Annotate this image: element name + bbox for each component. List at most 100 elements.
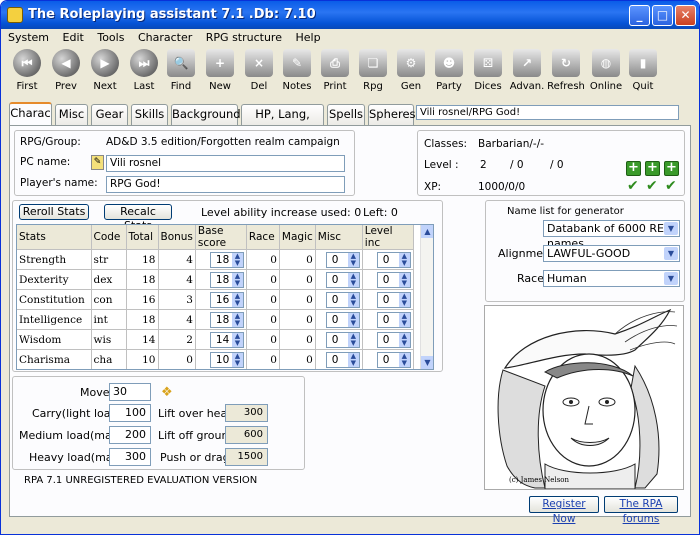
tab-skills[interactable]: Skills: [131, 104, 168, 125]
spinner-arrows-icon[interactable]: ▲ ▼: [231, 312, 243, 327]
toolbar-next-button[interactable]: ▶ Next: [86, 49, 124, 92]
toolbar-quit-button[interactable]: ▮ Quit: [624, 49, 662, 92]
race-select[interactable]: Human ▼: [543, 270, 680, 287]
toolbar-last-button[interactable]: ⏭ Last: [125, 49, 163, 92]
toolbar-find-button[interactable]: 🔍 Find: [162, 49, 200, 92]
stat-levelinc-cell[interactable]: 0 ▲ ▼: [362, 269, 414, 290]
menu-system[interactable]: System: [2, 29, 53, 44]
toolbar-refresh-button[interactable]: ↻ Refresh: [547, 49, 585, 92]
tab-charac[interactable]: Charac: [9, 102, 52, 126]
menu-help[interactable]: Help: [289, 29, 324, 44]
spinner-arrows-icon[interactable]: ▲ ▼: [231, 332, 243, 347]
stat-misc-spinner[interactable]: 0 ▲ ▼: [325, 331, 360, 348]
toolbar-new-button[interactable]: + New: [201, 49, 239, 92]
chevron-down-icon[interactable]: ▼: [664, 247, 678, 260]
spinner-arrows-icon[interactable]: ▲ ▼: [398, 352, 410, 367]
tab-spheres[interactable]: Spheres: [368, 104, 416, 125]
stat-base-cell[interactable]: 16 ▲ ▼: [195, 289, 247, 310]
toolbar-advan-button[interactable]: ↗ Advan.: [508, 49, 546, 92]
register-now-link[interactable]: Register Now: [529, 496, 599, 525]
stat-base-cell[interactable]: 18 ▲ ▼: [195, 249, 247, 270]
tab-background[interactable]: Background: [171, 104, 241, 125]
spinner-arrows-icon[interactable]: ▲ ▼: [398, 252, 410, 267]
name-list-select[interactable]: Databank of 6000 REAL names ▼: [543, 220, 680, 250]
stat-base-cell[interactable]: 18 ▲ ▼: [195, 269, 247, 290]
stat-base-spinner[interactable]: 18 ▲ ▼: [209, 251, 244, 268]
scroll-up-icon[interactable]: ▲: [421, 225, 433, 238]
heavy-load-input[interactable]: 300: [109, 448, 151, 466]
add-level-3-icon[interactable]: +: [664, 161, 679, 176]
stat-misc-spinner[interactable]: 0 ▲ ▼: [325, 351, 360, 368]
menu-character[interactable]: Character: [132, 29, 196, 44]
stat-levelinc-cell[interactable]: 0 ▲ ▼: [362, 249, 414, 270]
stat-misc-cell[interactable]: 0 ▲ ▼: [315, 349, 363, 369]
add-level-2-icon[interactable]: +: [645, 161, 660, 176]
toolbar-del-button[interactable]: × Del: [240, 49, 278, 92]
stat-levelinc-cell[interactable]: 0 ▲ ▼: [362, 289, 414, 310]
check-1-icon[interactable]: ✔: [627, 178, 639, 194]
stat-levelinc-cell[interactable]: 0 ▲ ▼: [362, 349, 414, 369]
toolbar-rpg-button[interactable]: ❏ Rpg: [354, 49, 392, 92]
toolbar-prev-button[interactable]: ◀ Prev: [47, 49, 85, 92]
spinner-arrows-icon[interactable]: ▲ ▼: [347, 332, 359, 347]
stat-misc-spinner[interactable]: 0 ▲ ▼: [325, 271, 360, 288]
spinner-arrows-icon[interactable]: ▲ ▼: [231, 272, 243, 287]
chevron-down-icon[interactable]: ▼: [664, 222, 678, 235]
menu-tools[interactable]: Tools: [91, 29, 128, 44]
spinner-arrows-icon[interactable]: ▲ ▼: [398, 272, 410, 287]
stat-base-spinner[interactable]: 10 ▲ ▼: [209, 351, 244, 368]
menu-edit[interactable]: Edit: [57, 29, 88, 44]
spinner-arrows-icon[interactable]: ▲ ▼: [347, 312, 359, 327]
alignment-select[interactable]: LAWFUL-GOOD ▼: [543, 245, 680, 262]
close-button[interactable]: ✕: [675, 5, 696, 26]
menu-rpg-structure[interactable]: RPG structure: [200, 29, 286, 44]
toolbar-online-button[interactable]: ◍ Online: [587, 49, 625, 92]
spinner-arrows-icon[interactable]: ▲ ▼: [347, 352, 359, 367]
toolbar-gen-button[interactable]: ⚙ Gen: [392, 49, 430, 92]
spinner-arrows-icon[interactable]: ▲ ▼: [231, 352, 243, 367]
scroll-down-icon[interactable]: ▼: [421, 356, 433, 369]
recalc-stats-button[interactable]: Recalc Stats: [104, 204, 172, 232]
toolbar-print-button[interactable]: ⎙ Print: [316, 49, 354, 92]
stat-base-spinner[interactable]: 18 ▲ ▼: [209, 311, 244, 328]
stat-levelinc-spinner[interactable]: 0 ▲ ▼: [376, 351, 411, 368]
toolbar-first-button[interactable]: ⏮ First: [8, 49, 46, 92]
tab-gear[interactable]: Gear: [91, 104, 128, 125]
check-3-icon[interactable]: ✔: [665, 178, 677, 194]
stat-misc-cell[interactable]: 0 ▲ ▼: [315, 249, 363, 270]
add-level-1-icon[interactable]: +: [626, 161, 641, 176]
stat-base-spinner[interactable]: 14 ▲ ▼: [209, 331, 244, 348]
move-input[interactable]: 30: [109, 383, 151, 401]
toolbar-dices-button[interactable]: ⚄ Dices: [469, 49, 507, 92]
toolbar-notes-button[interactable]: ✎ Notes: [278, 49, 316, 92]
stat-misc-spinner[interactable]: 0 ▲ ▼: [325, 311, 360, 328]
spinner-arrows-icon[interactable]: ▲ ▼: [347, 292, 359, 307]
player-name-input[interactable]: RPG God!: [106, 176, 345, 193]
stat-levelinc-spinner[interactable]: 0 ▲ ▼: [376, 271, 411, 288]
pencil-icon[interactable]: ✎: [91, 155, 104, 170]
spinner-arrows-icon[interactable]: ▲ ▼: [398, 292, 410, 307]
stat-levelinc-cell[interactable]: 0 ▲ ▼: [362, 329, 414, 350]
stat-base-cell[interactable]: 10 ▲ ▼: [195, 349, 247, 369]
spinner-arrows-icon[interactable]: ▲ ▼: [231, 292, 243, 307]
spinner-arrows-icon[interactable]: ▲ ▼: [231, 252, 243, 267]
stat-misc-spinner[interactable]: 0 ▲ ▼: [325, 291, 360, 308]
stat-base-spinner[interactable]: 18 ▲ ▼: [209, 271, 244, 288]
stat-base-cell[interactable]: 18 ▲ ▼: [195, 309, 247, 330]
stat-levelinc-spinner[interactable]: 0 ▲ ▼: [376, 251, 411, 268]
tab-spells[interactable]: Spells: [327, 104, 365, 125]
stat-levelinc-spinner[interactable]: 0 ▲ ▼: [376, 331, 411, 348]
spinner-arrows-icon[interactable]: ▲ ▼: [347, 252, 359, 267]
stat-misc-cell[interactable]: 0 ▲ ▼: [315, 269, 363, 290]
rpa-forums-link[interactable]: The RPA forums: [604, 496, 678, 525]
check-2-icon[interactable]: ✔: [646, 178, 658, 194]
stat-misc-cell[interactable]: 0 ▲ ▼: [315, 289, 363, 310]
tab-hp-lang-abil[interactable]: HP, Lang, Abil.: [241, 104, 324, 139]
reroll-stats-button[interactable]: Reroll Stats: [19, 204, 89, 220]
stat-misc-spinner[interactable]: 0 ▲ ▼: [325, 251, 360, 268]
stat-levelinc-spinner[interactable]: 0 ▲ ▼: [376, 311, 411, 328]
title-bar[interactable]: The Roleplaying assistant 7.1 .Db: 7.10 …: [1, 1, 699, 29]
pc-name-input[interactable]: Vili rosnel: [106, 155, 345, 172]
spinner-arrows-icon[interactable]: ▲ ▼: [398, 312, 410, 327]
stat-levelinc-cell[interactable]: 0 ▲ ▼: [362, 309, 414, 330]
